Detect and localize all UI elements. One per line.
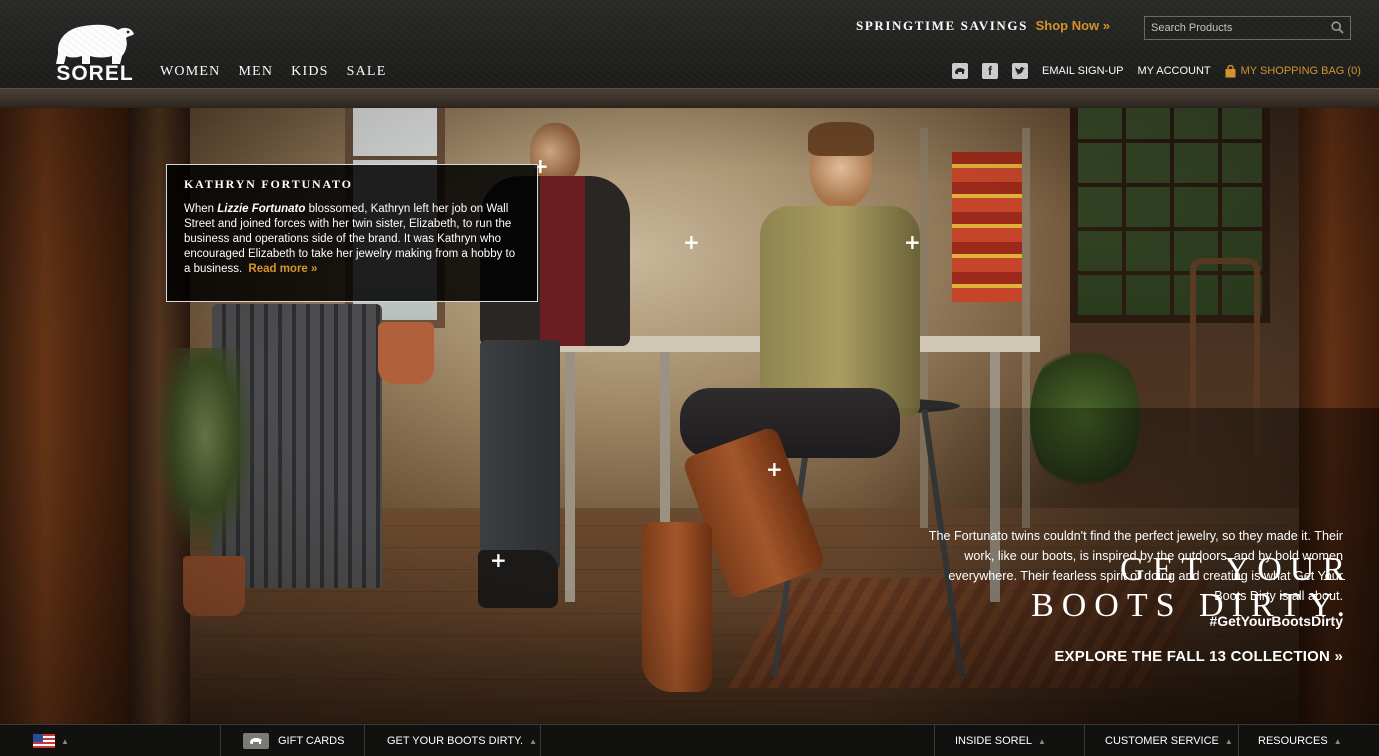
nav-women[interactable]: WOMEN <box>160 64 220 80</box>
nav-men[interactable]: MEN <box>238 64 273 80</box>
hotspot-plus-icon[interactable]: + <box>683 232 700 252</box>
polar-bear-logo-icon <box>56 24 134 64</box>
get-boots-dirty-label: GET YOUR BOOTS DIRTY. <box>387 735 524 747</box>
footer-divider <box>540 725 541 756</box>
inside-sorel-menu[interactable]: INSIDE SOREL ▲ <box>955 725 1046 756</box>
us-flag-icon <box>33 734 55 748</box>
shopping-bag-link[interactable]: MY SHOPPING BAG (0) <box>1225 64 1361 78</box>
story-body-pre: When <box>184 203 218 215</box>
story-brand-name: Lizzie Fortunato <box>217 203 306 215</box>
footer-divider <box>220 725 221 756</box>
gift-card-icon <box>243 733 269 749</box>
story-body: When Lizzie Fortunato blossomed, Kathryn… <box>184 202 520 277</box>
shopping-bag-icon <box>1225 64 1236 78</box>
resources-menu[interactable]: RESOURCES ▲ <box>1258 725 1342 756</box>
shop-now-link[interactable]: Shop Now » <box>1036 18 1110 33</box>
customer-service-menu[interactable]: CUSTOMER SERVICE ▲ <box>1105 725 1233 756</box>
hero-copy: The Fortunato twins couldn't find the pe… <box>928 529 1343 603</box>
promo-banner: SPRINGTIME SAVINGS Shop Now » <box>856 18 1110 34</box>
customer-service-label: CUSTOMER SERVICE <box>1105 735 1219 747</box>
twitter-icon[interactable] <box>1012 63 1028 79</box>
caret-up-icon: ▲ <box>1333 736 1342 746</box>
nav-sale[interactable]: SALE <box>347 64 387 80</box>
inside-sorel-label: INSIDE SOREL <box>955 735 1033 747</box>
logo-wordmark: SOREL <box>56 62 134 85</box>
header-divider-band <box>0 88 1379 108</box>
search-icon[interactable] <box>1331 21 1344 39</box>
site-footer: ▲ GIFT CARDS GET YOUR BOOTS DIRTY. ▲ INS… <box>0 724 1379 756</box>
promo-label: SPRINGTIME SAVINGS <box>856 18 1028 33</box>
shopping-bag-label: MY SHOPPING BAG (0) <box>1240 65 1361 77</box>
search-input[interactable] <box>1151 20 1321 36</box>
main-nav: WOMEN MEN KIDS SALE <box>160 64 386 80</box>
my-account-link[interactable]: MY ACCOUNT <box>1138 65 1211 77</box>
story-title: KATHRYN FORTUNATO <box>184 177 353 191</box>
hotspot-plus-icon[interactable]: + <box>490 550 507 570</box>
hotspot-plus-icon[interactable]: + <box>904 232 921 252</box>
caret-up-icon: ▲ <box>1224 736 1233 746</box>
sorel-social-icon[interactable] <box>952 63 968 79</box>
footer-divider <box>364 725 365 756</box>
country-selector[interactable]: ▲ <box>33 725 69 756</box>
gift-cards-label: GIFT CARDS <box>278 735 345 747</box>
search-box <box>1144 16 1351 40</box>
gift-cards-link[interactable]: GIFT CARDS <box>243 725 344 756</box>
utility-nav: f EMAIL SIGN-UP MY ACCOUNT MY SHOPPING B… <box>952 63 1361 79</box>
caret-up-icon: ▲ <box>61 736 69 746</box>
hotspot-plus-icon[interactable]: + <box>766 459 783 479</box>
footer-divider <box>934 725 935 756</box>
footer-divider <box>1238 725 1239 756</box>
nav-kids[interactable]: KIDS <box>291 64 328 80</box>
story-card: KATHRYN FORTUNATO When Lizzie Fortunato … <box>166 164 538 302</box>
footer-divider <box>1084 725 1085 756</box>
caret-up-icon: ▲ <box>1038 736 1046 746</box>
read-more-link[interactable]: Read more » <box>248 263 317 275</box>
resources-label: RESOURCES <box>1258 735 1328 747</box>
email-signup-link[interactable]: EMAIL SIGN-UP <box>1042 65 1124 77</box>
get-boots-dirty-menu[interactable]: GET YOUR BOOTS DIRTY. ▲ <box>387 725 537 756</box>
caret-up-icon: ▲ <box>529 736 538 746</box>
site-header: SOREL WOMEN MEN KIDS SALE SPRINGTIME SAV… <box>0 0 1379 88</box>
hashtag-link[interactable]: #GetYourBootsDirty <box>1209 613 1343 629</box>
explore-collection-link[interactable]: EXPLORE THE FALL 13 COLLECTION » <box>1054 648 1343 665</box>
sorel-logo[interactable]: SOREL <box>52 20 138 85</box>
facebook-icon[interactable]: f <box>982 63 998 79</box>
